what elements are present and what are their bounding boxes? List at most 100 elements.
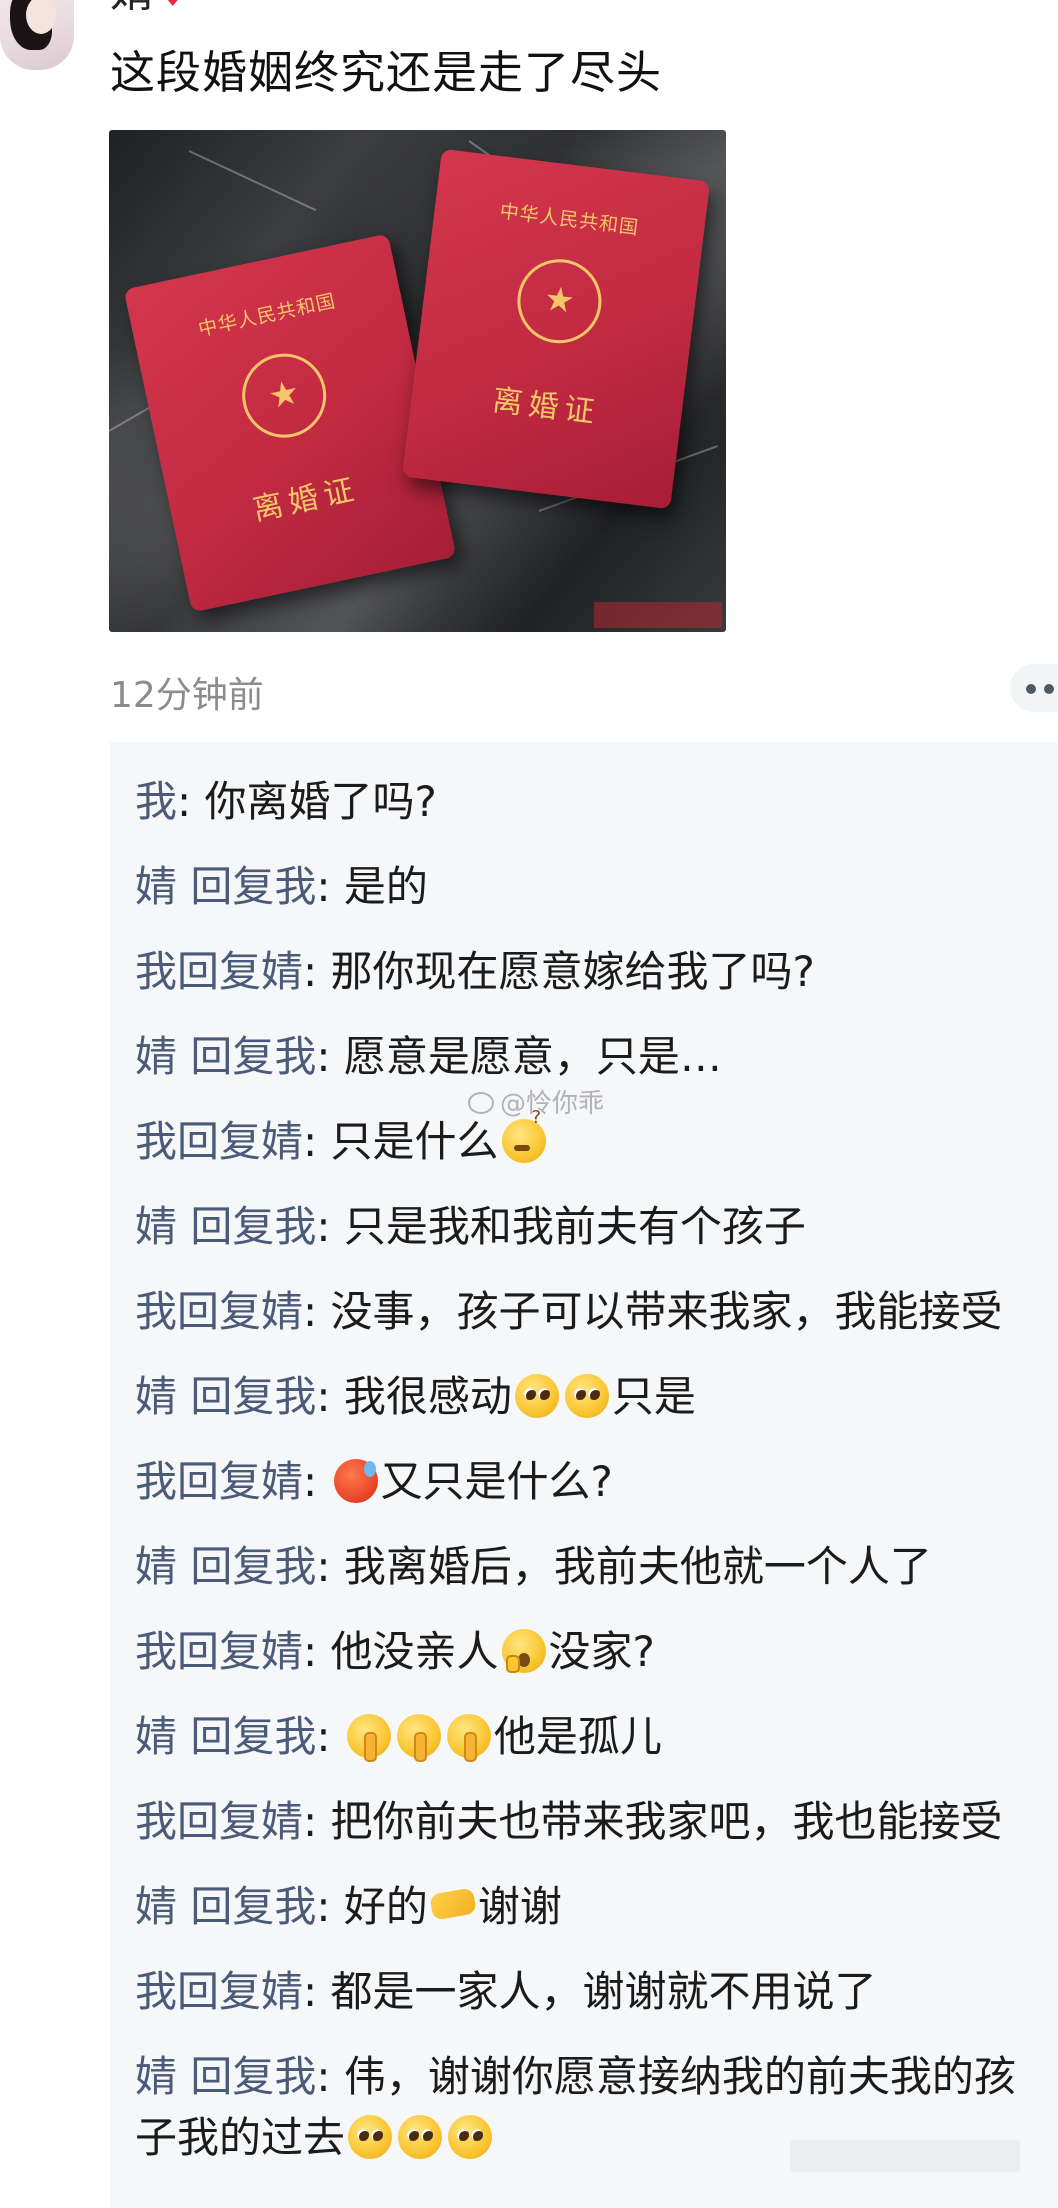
book-country-text: 中华人民共和国 [196, 290, 338, 341]
image-watermark-strip [594, 602, 722, 628]
comment-row[interactable]: 婧 回复我: 好的 谢谢 [135, 1877, 1058, 1938]
pleading-face-emoji-icon [398, 2114, 443, 2159]
book-title-text: 离婚证 [490, 382, 603, 431]
certificate-book-left: 中华人民共和国 ★ 离婚证 [123, 233, 457, 613]
comment-row[interactable]: 我回复婧: 把你前夫也带来我家吧，我也能接受 [135, 1792, 1058, 1853]
comment-separator: : [316, 1032, 344, 1081]
comment-author[interactable]: 婧 回复我 [135, 1542, 316, 1591]
heart-icon: ♥ [162, 0, 184, 10]
shushing-face-emoji-icon [346, 1714, 391, 1762]
surprised-emoji-icon [501, 1629, 546, 1673]
comment-author[interactable]: 我回复婧 [135, 1967, 303, 2016]
book-country-text: 中华人民共和国 [498, 200, 641, 240]
comment-row[interactable]: 婧 回复我: 他是孤儿 [135, 1707, 1058, 1768]
post-timestamp: 12分钟前 [110, 675, 264, 716]
pleading-face-emoji-icon [348, 2114, 393, 2159]
comment-row[interactable]: 我回复婧: 都是一家人，谢谢就不用说了 [135, 1962, 1058, 2023]
comment-separator: : [303, 1287, 331, 1336]
comment-separator: : [316, 1882, 344, 1931]
comment-text: 只是什么 [330, 1117, 499, 1166]
comment-row[interactable]: 我: 你离婚了吗? [135, 772, 1058, 833]
comment-separator: : [303, 1627, 331, 1676]
comment-author[interactable]: 婧 回复我 [135, 1202, 316, 1251]
comment-text: 又只是什么? [380, 1457, 613, 1506]
comment-text: 把你前夫也带来我家吧，我也能接受 [330, 1797, 1003, 1846]
more-dots-icon [1026, 684, 1036, 694]
comment-text: 你离婚了吗? [204, 777, 437, 826]
avatar[interactable] [0, 0, 74, 70]
comment-author[interactable]: 婧 回复我 [135, 1372, 316, 1421]
certificate-book-right: 中华人民共和国 ★ 离婚证 [401, 148, 711, 510]
pleading-face-emoji-icon [448, 2114, 493, 2159]
comment-separator: : [316, 2052, 344, 2101]
comment-row[interactable]: 婧 回复我: 是的 [135, 857, 1058, 918]
thinking-emoji-icon [501, 1105, 546, 1163]
comment-text: 他是孤儿 [493, 1712, 662, 1761]
comment-row[interactable]: 我回复婧: 没事，孩子可以带来我家，我能接受 [135, 1282, 1058, 1343]
comment-author[interactable]: 婧 回复我 [135, 1712, 316, 1761]
post-text: 这段婚姻终究还是走了尽头 [110, 46, 663, 99]
weibo-watermark: @怜你乖 [468, 1083, 604, 1120]
comment-separator: : [177, 777, 205, 826]
national-emblem-icon: ★ [512, 254, 607, 349]
comment-text: 愿意是愿意，只是… [343, 1032, 722, 1081]
comment-row[interactable]: 我回复婧: 他没亲人 没家? [135, 1622, 1058, 1683]
post-username[interactable]: 婧 [110, 0, 154, 14]
comment-author[interactable]: 婧 回复我 [135, 1882, 316, 1931]
comment-author[interactable]: 婧 回复我 [135, 1032, 316, 1081]
comment-separator: : [303, 947, 331, 996]
comment-author[interactable]: 我回复婧 [135, 1117, 303, 1166]
bottom-watermark-strip [790, 2140, 1020, 2172]
shushing-face-emoji-icon [446, 1714, 491, 1762]
comment-text: 都是一家人，谢谢就不用说了 [330, 1967, 877, 2016]
comment-row[interactable]: 婧 回复我: 我离婚后，我前夫他就一个人了 [135, 1537, 1058, 1598]
comment-author[interactable]: 婧 回复我 [135, 2052, 316, 2101]
pleading-face-emoji-icon [564, 1374, 609, 1418]
comment-row[interactable]: 我回复婧: 那你现在愿意嫁给我了吗? [135, 942, 1058, 1003]
comment-row[interactable]: 我回复婧: 又只是什么? [135, 1452, 1058, 1513]
weibo-logo-icon [468, 1092, 494, 1114]
comment-row[interactable]: 婧 回复我: 只是我和我前夫有个孩子 [135, 1197, 1058, 1258]
comment-separator: : [316, 1542, 344, 1591]
comment-text: 他没亲人 [330, 1627, 499, 1676]
comment-text: 没家? [548, 1627, 655, 1676]
watermark-text: @怜你乖 [500, 1089, 605, 1119]
comment-author[interactable]: 我 [135, 777, 177, 826]
comment-row[interactable]: 婧 回复我: 愿意是愿意，只是… [135, 1027, 1058, 1088]
comment-row[interactable]: 婧 回复我: 我很感动 只是 [135, 1367, 1058, 1428]
comment-row[interactable]: 我回复婧: 只是什么 [135, 1105, 1058, 1173]
comment-author[interactable]: 婧 回复我 [135, 862, 316, 911]
comment-text: 没事，孩子可以带来我家，我能接受 [330, 1287, 1003, 1336]
comment-author[interactable]: 我回复婧 [135, 1627, 303, 1676]
comment-author[interactable]: 我回复婧 [135, 947, 303, 996]
comment-separator: : [316, 1372, 344, 1421]
comment-text: 只是我和我前夫有个孩子 [343, 1202, 806, 1251]
comment-separator: : [316, 1712, 344, 1761]
more-dots-icon [1044, 684, 1054, 694]
national-emblem-icon: ★ [234, 345, 334, 446]
comment-separator: : [303, 1967, 331, 2016]
handshake-emoji-icon [428, 1887, 477, 1921]
shushing-face-emoji-icon [396, 1714, 441, 1762]
comment-separator: : [316, 1202, 344, 1251]
comment-separator: : [303, 1457, 331, 1506]
comment-text: 好的 [343, 1882, 428, 1931]
comment-separator: : [303, 1797, 331, 1846]
pleading-face-emoji-icon [514, 1374, 559, 1418]
sweat-angry-emoji-icon [333, 1459, 378, 1503]
comment-text: 谢谢 [477, 1882, 562, 1931]
comment-separator: : [303, 1117, 331, 1166]
comment-author[interactable]: 我回复婧 [135, 1287, 303, 1336]
comment-author[interactable]: 我回复婧 [135, 1457, 303, 1506]
post-image[interactable]: 中华人民共和国 ★ 离婚证 中华人民共和国 ★ 离婚证 [109, 130, 726, 632]
book-title-text: 离婚证 [249, 471, 363, 529]
comment-author[interactable]: 我回复婧 [135, 1797, 303, 1846]
comment-list: 我: 你离婚了吗? 婧 回复我: 是的 我回复婧: 那你现在愿意嫁给我了吗? 婧… [110, 742, 1058, 2208]
marble-vein [188, 150, 317, 212]
comment-separator: : [316, 862, 344, 911]
comment-text: 只是 [611, 1372, 696, 1421]
comment-text: 那你现在愿意嫁给我了吗? [330, 947, 815, 996]
comment-text: 是的 [343, 862, 428, 911]
more-button[interactable] [1010, 664, 1058, 712]
comment-text: 我离婚后，我前夫他就一个人了 [343, 1542, 932, 1591]
